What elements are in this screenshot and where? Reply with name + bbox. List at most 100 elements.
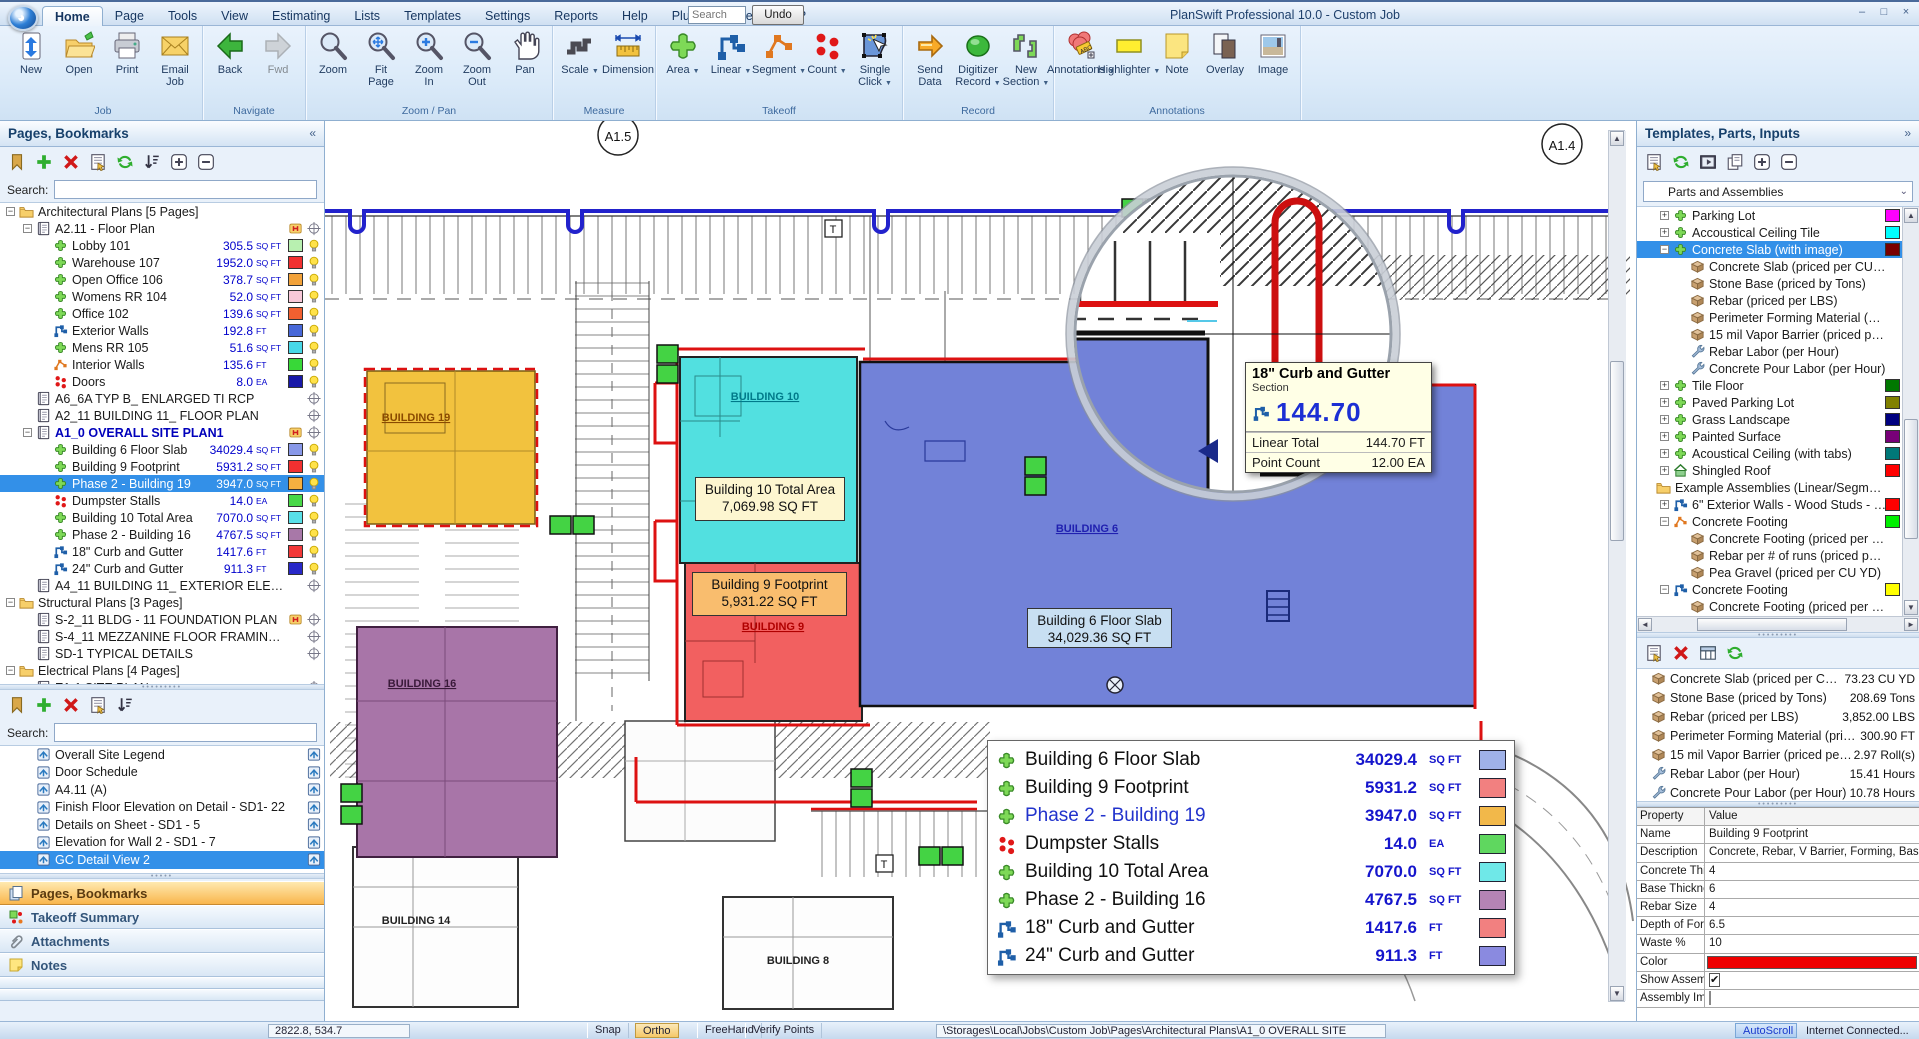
visibility-bulb-icon[interactable] [306, 323, 322, 338]
tree-row[interactable]: Phase 2 - Building 164767.5SQ FT [0, 526, 324, 543]
color-swatch[interactable] [288, 273, 303, 286]
tree-row[interactable]: + Grass Landscape [1637, 411, 1919, 428]
tree-row[interactable]: Overall Site Legend [0, 746, 324, 764]
tree-row[interactable]: A2_11 BUILDING 11_ FLOOR PLAN [0, 407, 324, 424]
ribbon-button-highlighter[interactable]: Highlighter ▼ [1105, 28, 1153, 78]
tree-row[interactable]: + Tile Floor [1637, 377, 1919, 394]
tree-row[interactable]: E1-1 SITE PLAN [0, 679, 324, 684]
color-swatch[interactable] [1885, 515, 1900, 528]
ribbon-button-send-data[interactable]: SendData [906, 28, 954, 88]
part-row[interactable]: 15 mil Vapor Barrier (priced per Roll) 2… [1637, 745, 1919, 764]
nav-attachments[interactable]: Attachments [0, 929, 324, 953]
ribbon-search-input[interactable] [688, 6, 746, 24]
visibility-bulb-icon[interactable] [306, 306, 322, 321]
tree-row[interactable]: − Structural Plans [3 Pages] [0, 594, 324, 611]
tree-row[interactable]: − Concrete Slab (with image) [1637, 241, 1919, 258]
tree-row[interactable]: Building 10 Total Area7070.0SQ FT [0, 509, 324, 526]
bookmarks-bookmark-icon[interactable] [8, 696, 26, 714]
close-icon[interactable]: × [1899, 6, 1913, 18]
color-swatch[interactable] [1885, 413, 1900, 426]
tree-expander[interactable]: + [1660, 211, 1669, 220]
viewport-icon[interactable] [306, 852, 322, 867]
legend-row[interactable]: Building 6 Floor Slab 34029.4 SQ FT [996, 746, 1506, 774]
color-swatch[interactable] [288, 290, 303, 303]
viewport-icon[interactable] [306, 747, 322, 762]
tree-expander[interactable]: + [1660, 398, 1669, 407]
tree-row[interactable]: Concrete Footing (priced per CU YD) [1637, 598, 1919, 615]
color-swatch[interactable] [1885, 379, 1900, 392]
color-swatch[interactable] [1885, 396, 1900, 409]
color-swatch[interactable] [288, 375, 303, 388]
ribbon-button-zoom-out[interactable]: ZoomOut [453, 28, 501, 88]
prop-row-name[interactable]: NameBuilding 9 Footprint [1637, 826, 1919, 844]
crosshair-icon[interactable] [306, 578, 322, 593]
tree-expander[interactable]: − [6, 207, 15, 216]
building-16-area[interactable] [357, 627, 557, 857]
tree-row[interactable]: S-4_11 MEZZANINE FLOOR FRAMING - BLDG 11 [0, 628, 324, 645]
tree-row[interactable]: Example Assemblies (Linear/Segment Takeo [1637, 479, 1919, 496]
tree-row[interactable]: Stone Base (priced by Tons) [1637, 275, 1919, 292]
app-logo-icon[interactable]: ◕ [8, 5, 38, 31]
tree-expander[interactable]: + [1660, 449, 1669, 458]
pages-refresh-icon[interactable] [116, 153, 134, 171]
tree-row[interactable]: + Accoustical Ceiling Tile [1637, 224, 1919, 241]
templates-expand-icon[interactable] [1753, 153, 1771, 171]
ribbon-button-zoom-in[interactable]: ZoomIn [405, 28, 453, 88]
tree-row[interactable]: Open Office 106378.7SQ FT [0, 271, 324, 288]
tree-row[interactable]: Doors8.0EA [0, 373, 324, 390]
visibility-bulb-icon[interactable] [306, 493, 322, 508]
prop-row-description[interactable]: DescriptionConcrete, Rebar, V Barrier, F… [1637, 844, 1919, 862]
ribbon-button-count[interactable]: Count ▼ [803, 28, 851, 78]
menu-tab-home[interactable]: Home [42, 6, 103, 28]
prop-row-waste-[interactable]: Waste %10 [1637, 935, 1919, 953]
tree-row[interactable]: SD-1 TYPICAL DETAILS [0, 645, 324, 662]
tree-row[interactable]: Building 9 Footprint5931.2SQ FT [0, 458, 324, 475]
scroll-up-icon[interactable]: ▲ [1904, 208, 1918, 223]
tree-expander[interactable]: − [23, 428, 32, 437]
crosshair-icon[interactable] [306, 646, 322, 661]
bookmarks-search-input[interactable] [54, 723, 317, 742]
tree-row[interactable]: Perimeter Forming Material (priced per F [1637, 309, 1919, 326]
legend-row[interactable]: Building 10 Total Area 7070.0 SQ FT [996, 858, 1506, 886]
crosshair-icon[interactable] [306, 680, 322, 684]
crosshair-icon[interactable] [306, 391, 322, 406]
minimize-icon[interactable]: – [1855, 6, 1869, 18]
canvas-vertical-scrollbar[interactable]: ▲ ▼ [1608, 130, 1625, 1002]
pages-collapse-icon[interactable] [197, 153, 215, 171]
ribbon-button-dimension[interactable]: Dimension [604, 28, 652, 76]
tree-row[interactable]: − Concrete Footing [1637, 581, 1919, 598]
parts-assemblies-dropdown[interactable]: Parts and Assemblies ⌄ [1643, 181, 1913, 202]
scroll-up-icon[interactable]: ▲ [1610, 131, 1624, 146]
tree-row[interactable]: Concrete Pour Labor (per Hour) [1637, 360, 1919, 377]
templates-collapse-icon[interactable] [1780, 153, 1798, 171]
part-row[interactable]: Perimeter Forming Material (priced per… … [1637, 726, 1919, 745]
menu-tab-tools[interactable]: Tools [156, 6, 209, 28]
collapse-panel-icon[interactable]: « [309, 126, 316, 140]
status-toggle-ortho[interactable]: Ortho [635, 1023, 679, 1038]
color-value-swatch[interactable] [1707, 956, 1917, 969]
color-swatch[interactable] [1885, 498, 1900, 511]
tree-row[interactable]: S-2_11 BLDG - 11 FOUNDATION PLAN [0, 611, 324, 628]
color-swatch[interactable] [1885, 243, 1900, 256]
color-swatch[interactable] [288, 511, 303, 524]
color-swatch[interactable] [288, 477, 303, 490]
ribbon-button-pan[interactable]: Pan [501, 28, 549, 76]
viewport-icon[interactable] [306, 765, 322, 780]
ribbon-button-email-job[interactable]: EmailJob [151, 28, 199, 88]
color-swatch[interactable] [1885, 430, 1900, 443]
menu-tab-settings[interactable]: Settings [473, 6, 542, 28]
nav-pages-bookmarks[interactable]: Pages, Bookmarks [0, 881, 324, 905]
ribbon-button-segment[interactable]: Segment ▼ [755, 28, 803, 78]
tree-row[interactable]: Lobby 101305.5SQ FT [0, 237, 324, 254]
templates-h-scrollbar[interactable]: ◄ ► [1637, 616, 1919, 632]
tree-row[interactable]: Door Schedule [0, 764, 324, 782]
viewport-icon[interactable] [306, 800, 322, 815]
color-swatch[interactable] [1885, 464, 1900, 477]
visibility-bulb-icon[interactable] [306, 459, 322, 474]
color-swatch[interactable] [288, 443, 303, 456]
ribbon-button-zoom[interactable]: Zoom [309, 28, 357, 76]
tree-row[interactable]: Office 102139.6SQ FT [0, 305, 324, 322]
color-swatch[interactable] [288, 324, 303, 337]
tree-row[interactable]: Concrete Slab (priced per CU YD) [1637, 258, 1919, 275]
tree-expander[interactable]: + [1660, 228, 1669, 237]
